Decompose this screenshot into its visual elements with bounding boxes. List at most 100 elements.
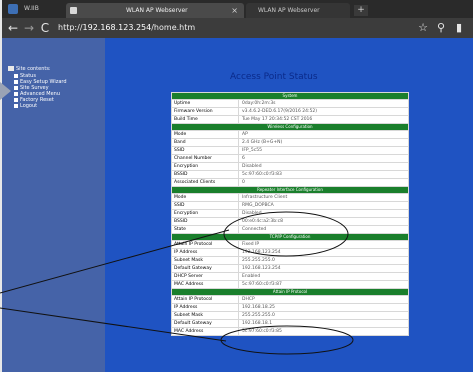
- table-row: Encryption Disabled: [171, 162, 409, 170]
- back-icon[interactable]: ←: [6, 20, 20, 36]
- row-value: RMG_DOPBCA: [242, 203, 274, 208]
- row-value: 2.4 GHz (B+G+N): [242, 140, 283, 145]
- row-value: IFP_5c55: [242, 148, 262, 153]
- url-path: /home.htm: [151, 23, 196, 32]
- row-label: Firmware Version: [172, 108, 239, 115]
- row-label: Associated Clients: [172, 179, 239, 186]
- row-value: Connected: [242, 227, 267, 232]
- table-row: Default Gateway 192.168.123.254: [171, 264, 409, 272]
- star-icon[interactable]: ☆: [416, 21, 430, 35]
- table-row: Band 2.4 GHz (B+G+N): [171, 138, 409, 146]
- new-tab-icon[interactable]: +: [354, 5, 368, 16]
- row-label: SSID: [172, 147, 239, 154]
- table-row: DHCP Server Enabled: [171, 272, 409, 280]
- row-label: Encryption: [172, 163, 239, 170]
- section-header: TCP/IP Configuration: [171, 233, 409, 240]
- table-row: MAC Address 5c:97:60:c0:f3:87: [171, 280, 409, 288]
- table-row: Subnet Mask 255.255.255.0: [171, 256, 409, 264]
- url-host: 192.168.123.254: [82, 23, 152, 32]
- row-value: 192.168.123.254: [242, 266, 281, 271]
- row-value: 5c:97:60:c0:f3:83: [242, 172, 282, 177]
- row-label: Band: [172, 139, 239, 146]
- row-label: BSSID: [172, 218, 239, 225]
- row-label: BSSID: [172, 171, 239, 178]
- row-label: Encryption: [172, 210, 239, 217]
- browser-toolbar: ← → C http://192.168.123.254/home.htm ☆ …: [2, 18, 473, 38]
- table-row: IP Address 192.168.18.25: [171, 303, 409, 311]
- row-value: Enabled: [242, 274, 261, 279]
- row-value: Tue May 17 20:34:52 CST 2016: [242, 117, 313, 122]
- row-value: Fixed IP: [242, 242, 260, 247]
- table-row: IP Address 192.168.123.254: [171, 248, 409, 256]
- pointer-arrow: [0, 82, 11, 100]
- row-value: 192.168.123.254: [242, 250, 281, 255]
- row-value: 6: [242, 156, 245, 161]
- status-table: System Uptime 0day:0h:2m:3s Firmware Versio…: [171, 92, 409, 336]
- row-value: 255.255.255.0: [242, 258, 275, 263]
- row-value: 0: [242, 180, 245, 185]
- url-prefix: http://: [58, 23, 83, 32]
- row-label: MAC Address: [172, 281, 239, 288]
- sidebar-item-logout[interactable]: Logout: [13, 103, 37, 109]
- row-label: Attain IP Protocol: [172, 241, 239, 248]
- table-row: State Connected: [171, 225, 409, 233]
- row-label: Default Gateway: [172, 265, 239, 272]
- tab-title: WLAN AP Webserver: [126, 7, 188, 14]
- table-row: Associated Clients 0: [171, 178, 409, 186]
- row-value: AP: [242, 132, 248, 137]
- row-label: Subnet Mask: [172, 312, 239, 319]
- forward-icon[interactable]: →: [22, 20, 36, 36]
- row-value: 5c:97:60:c0:f3:87: [242, 282, 282, 287]
- table-row: Channel Number 6: [171, 154, 409, 162]
- row-value: 255.255.255.0: [242, 313, 275, 318]
- tab-active[interactable]: WLAN AP Webserver ×: [66, 3, 244, 18]
- row-value: 0day:0h:2m:3s: [242, 101, 276, 106]
- table-row: Firmware Version v3.4.6.2-DED.6.17(9/2016…: [171, 107, 409, 115]
- table-row: BSSID 00:e0:4c:a2:3b:c8: [171, 217, 409, 225]
- row-label: Mode: [172, 194, 239, 201]
- row-label: Channel Number: [172, 155, 239, 162]
- row-label: Mode: [172, 131, 239, 138]
- sidebar-title: Site contents:: [16, 66, 51, 72]
- table-row: Mode Infrastructure Client: [171, 193, 409, 201]
- table-end: [171, 335, 409, 336]
- table-row: Build Time Tue May 17 20:34:52 CST 2016: [171, 115, 409, 123]
- row-value: 192.168.18.25: [242, 305, 275, 310]
- row-value: Infrastructure Client: [242, 195, 288, 200]
- row-label: IP Address: [172, 249, 239, 256]
- sidebar: Site contents: Status Easy Setup Wizard …: [2, 38, 105, 372]
- table-row: Mode AP: [171, 130, 409, 138]
- page-title: Access Point Status: [230, 72, 318, 82]
- row-label: Build Time: [172, 116, 239, 123]
- row-label: DHCP Server: [172, 273, 239, 280]
- reload-icon[interactable]: C: [38, 20, 52, 36]
- search-icon[interactable]: ⚲: [434, 21, 448, 35]
- app-icon: [8, 4, 18, 14]
- table-row: Attain IP Protocol DHCP: [171, 295, 409, 303]
- tab-inactive[interactable]: WLAN AP Webserver: [246, 3, 350, 18]
- table-row: SSID RMG_DOPBCA: [171, 201, 409, 209]
- favicon-icon: [70, 7, 77, 14]
- tab-title: WLAN AP Webserver: [258, 7, 320, 14]
- tab-strip: W.IIB WLAN AP Webserver × WLAN AP Webser…: [2, 0, 473, 18]
- close-icon[interactable]: ×: [231, 3, 238, 18]
- row-label: Uptime: [172, 100, 239, 107]
- folder-icon: [8, 66, 14, 71]
- table-row: Uptime 0day:0h:2m:3s: [171, 99, 409, 107]
- section-header: System: [171, 92, 409, 99]
- table-row: Subnet Mask 255.255.255.0: [171, 311, 409, 319]
- row-label: Default Gateway: [172, 320, 239, 327]
- address-bar[interactable]: http://192.168.123.254/home.htm: [58, 21, 418, 35]
- row-value: 5c:97:60:c0:f3:85: [242, 329, 282, 334]
- table-row: Attain IP Protocol Fixed IP: [171, 240, 409, 248]
- row-value: 192.168.18.1: [242, 321, 273, 326]
- table-row: Encryption Disabled: [171, 209, 409, 217]
- row-value: v3.4.6.2-DED.6.17(9/2016 24:52): [242, 109, 317, 114]
- device-frame: W.IIB WLAN AP Webserver × WLAN AP Webser…: [2, 0, 473, 372]
- section-header: Wireless Configuration: [171, 123, 409, 130]
- row-label: Attain IP Protocol: [172, 296, 239, 303]
- row-label: MAC Address: [172, 328, 239, 335]
- table-row: BSSID 5c:97:60:c0:f3:83: [171, 170, 409, 178]
- bookmark-icon[interactable]: ▮: [452, 21, 466, 35]
- section-header: Attain IP Protocol: [171, 288, 409, 295]
